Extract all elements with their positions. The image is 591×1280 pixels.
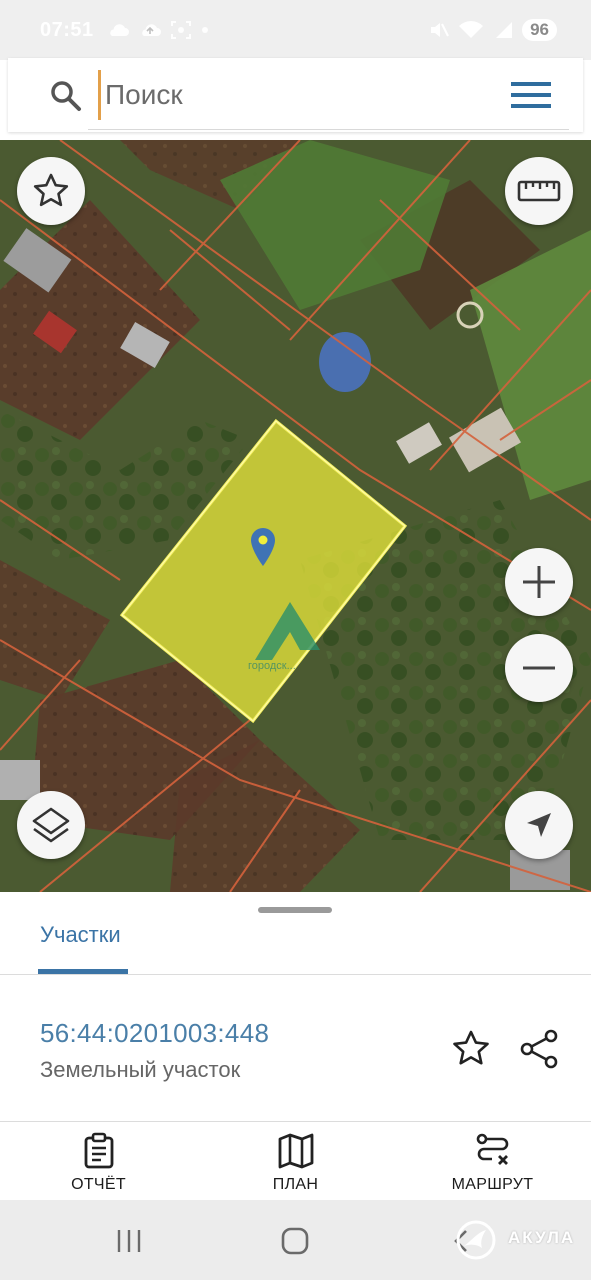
report-label: ОТЧЁТ bbox=[71, 1176, 126, 1193]
zoom-out-icon bbox=[523, 666, 555, 670]
mute-icon bbox=[431, 23, 449, 37]
map-favorite-button[interactable] bbox=[17, 157, 85, 225]
zoom-out-button[interactable] bbox=[505, 634, 573, 702]
bottom-sheet: Участки 56:44:0201003:448 Земельный учас… bbox=[0, 892, 591, 1200]
report-button[interactable]: ОТЧЁТ bbox=[0, 1122, 197, 1200]
search-input[interactable] bbox=[98, 70, 498, 120]
layers-icon bbox=[32, 807, 70, 843]
recent-apps-icon[interactable] bbox=[114, 1228, 144, 1254]
favorite-icon[interactable] bbox=[450, 1028, 492, 1070]
route-icon bbox=[476, 1133, 508, 1165]
satellite-map bbox=[0, 140, 591, 892]
map-view[interactable]: городск... bbox=[0, 140, 591, 892]
zoom-in-icon bbox=[523, 566, 555, 598]
map-watermark: городск... bbox=[248, 660, 296, 672]
search-underline bbox=[88, 129, 569, 130]
map-layers-button[interactable] bbox=[17, 791, 85, 859]
cloud-icon bbox=[109, 24, 129, 36]
route-button[interactable]: МАРШРУТ bbox=[394, 1122, 591, 1200]
plan-button[interactable]: ПЛАН bbox=[197, 1122, 394, 1200]
hamburger-menu-icon[interactable] bbox=[511, 80, 551, 110]
screenshot-icon bbox=[170, 21, 191, 39]
status-bar: 07:51 96 bbox=[0, 0, 591, 60]
akula-logo-icon bbox=[456, 1220, 496, 1260]
parcel-type: Земельный участок bbox=[40, 1057, 241, 1082]
plan-label: ПЛАН bbox=[272, 1176, 319, 1193]
status-notification-icons bbox=[106, 20, 210, 40]
sheet-drag-handle[interactable] bbox=[258, 907, 332, 913]
navigation-arrow-icon bbox=[527, 813, 551, 837]
signal-icon bbox=[496, 22, 513, 38]
my-location-button[interactable] bbox=[505, 791, 573, 859]
wifi-icon bbox=[459, 21, 484, 38]
search-bar bbox=[8, 58, 583, 132]
zoom-in-button[interactable] bbox=[505, 548, 573, 616]
tab-parcels[interactable]: Участки bbox=[40, 922, 121, 948]
parcel-cadastral-number[interactable]: 56:44:0201003:448 bbox=[40, 1018, 269, 1049]
search-icon[interactable] bbox=[48, 78, 84, 114]
clipboard-report-icon bbox=[84, 1132, 113, 1169]
route-label: МАРШРУТ bbox=[451, 1176, 534, 1193]
cloud-upload-icon bbox=[141, 24, 161, 36]
dot-icon bbox=[201, 27, 208, 33]
map-plan-icon bbox=[278, 1133, 313, 1169]
battery-level: 96 bbox=[522, 19, 557, 41]
home-icon[interactable] bbox=[280, 1226, 310, 1256]
status-system-icons: 96 bbox=[428, 19, 557, 41]
favorite-icon bbox=[33, 173, 69, 207]
tab-divider bbox=[0, 974, 591, 975]
ruler-icon bbox=[517, 180, 561, 202]
status-time: 07:51 bbox=[40, 18, 94, 41]
app-screen: 07:51 96 Поиск городск... Участки 56:44:… bbox=[0, 0, 591, 1280]
map-ruler-button[interactable] bbox=[505, 157, 573, 225]
action-bar: ОТЧЁТ ПЛАН МАРШРУТ bbox=[0, 1122, 591, 1200]
akula-brand-text: АКУЛА bbox=[508, 1228, 576, 1247]
share-icon[interactable] bbox=[518, 1028, 560, 1070]
system-nav-bar: АКУЛА bbox=[0, 1200, 591, 1280]
